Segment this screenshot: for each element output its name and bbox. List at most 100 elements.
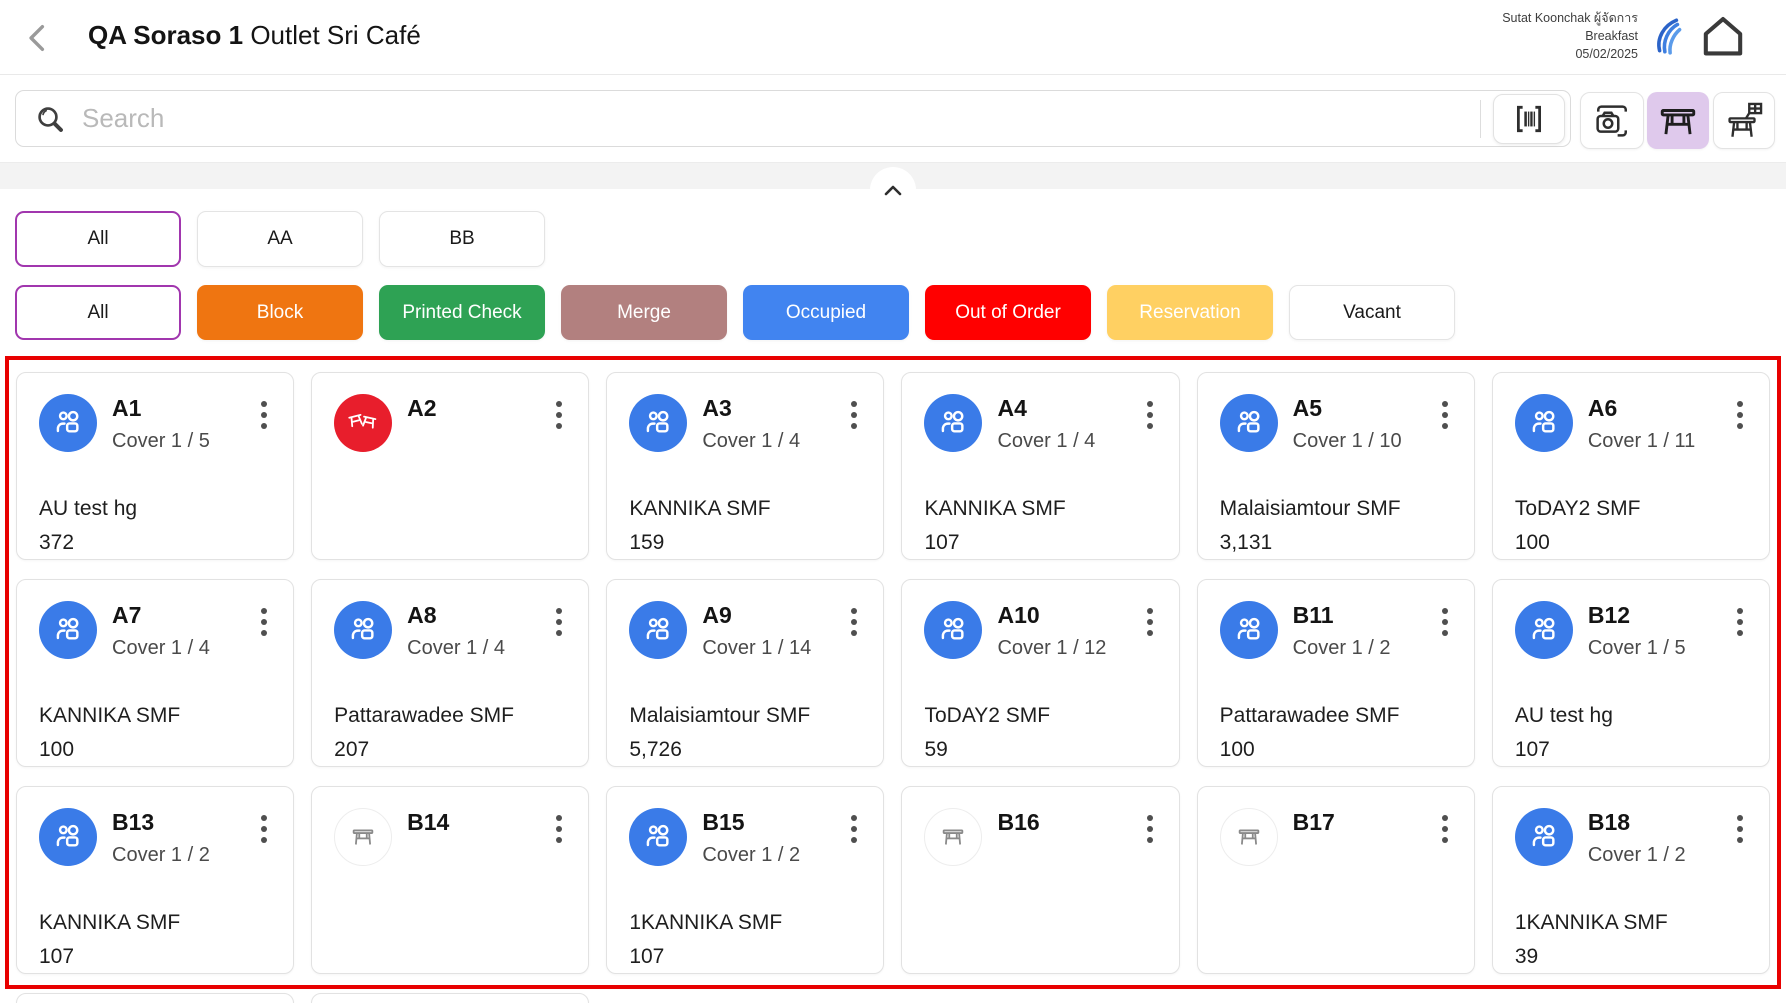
table-card-a8[interactable]: A8 Cover 1 / 4 Pattarawadee SMF 207 (311, 579, 589, 767)
kebab-menu-icon[interactable] (843, 601, 865, 643)
kebab-menu-icon[interactable] (1434, 394, 1456, 436)
user-name: Sutat Koonchak ผู้จัดการ (1502, 9, 1638, 27)
table-cover: Cover 1 / 2 (702, 844, 800, 867)
back-button[interactable] (22, 21, 56, 55)
status-filter-merge[interactable]: Merge (561, 285, 727, 340)
guest-name: Malaisiamtour SMF (629, 704, 810, 728)
status-filter-printed-check[interactable]: Printed Check (379, 285, 545, 340)
home-button[interactable] (1698, 12, 1748, 62)
table-card-a5[interactable]: A5 Cover 1 / 10 Malaisiamtour SMF 3,131 (1197, 372, 1475, 560)
camera-scan-button[interactable] (1580, 92, 1644, 149)
table-card-b17[interactable]: B17 (1197, 786, 1475, 974)
table-amount: 59 (924, 738, 947, 762)
kebab-menu-icon[interactable] (1139, 601, 1161, 643)
kebab-menu-icon[interactable] (253, 394, 275, 436)
table-card-a6[interactable]: A6 Cover 1 / 11 ToDAY2 SMF 100 (1492, 372, 1770, 560)
card-header: A7 Cover 1 / 4 (17, 580, 293, 660)
kebab-menu-icon[interactable] (1729, 601, 1751, 643)
table-status-avatar (1220, 601, 1278, 659)
divider (1480, 100, 1481, 138)
table-icon (938, 822, 968, 852)
table-card-a2[interactable]: A2 (311, 372, 589, 560)
guest-name: 1KANNIKA SMF (1515, 911, 1668, 935)
kebab-menu-icon[interactable] (548, 394, 570, 436)
status-filter-all[interactable]: All (15, 285, 181, 340)
table-cover: Cover 1 / 5 (1588, 637, 1686, 660)
table-cover: Cover 1 / 11 (1588, 430, 1695, 453)
table-card-b14[interactable]: B14 (311, 786, 589, 974)
card-header: A9 Cover 1 / 14 (607, 580, 883, 660)
guest-name: Pattarawadee SMF (334, 704, 514, 728)
table-card-b15[interactable]: B15 Cover 1 / 2 1KANNIKA SMF 107 (606, 786, 884, 974)
collapse-filters-button[interactable] (870, 167, 916, 213)
guest-name: KANNIKA SMF (39, 911, 180, 935)
kebab-menu-icon[interactable] (1434, 808, 1456, 850)
search-input[interactable] (80, 102, 1480, 135)
table-card-b13[interactable]: B13 Cover 1 / 2 KANNIKA SMF 107 (16, 786, 294, 974)
kebab-menu-icon[interactable] (1434, 601, 1456, 643)
table-view-toggle-selected[interactable] (1647, 92, 1709, 149)
table-name: B11 (1293, 602, 1391, 629)
table-name: A1 (112, 395, 210, 422)
barcode-scan-button[interactable] (1493, 94, 1565, 144)
kebab-menu-icon[interactable] (253, 601, 275, 643)
table-card-b18[interactable]: B18 Cover 1 / 2 1KANNIKA SMF 39 (1492, 786, 1770, 974)
status-filter-vacant[interactable]: Vacant (1289, 285, 1455, 340)
table-card-a10[interactable]: A10 Cover 1 / 12 ToDAY2 SMF 59 (901, 579, 1179, 767)
card-header: A1 Cover 1 / 5 (17, 373, 293, 453)
floor-plan-view-toggle[interactable] (1713, 92, 1775, 149)
status-filter-reservation[interactable]: Reservation (1107, 285, 1273, 340)
outlet-name: Outlet Sri Café (243, 20, 421, 50)
kebab-menu-icon[interactable] (843, 808, 865, 850)
kebab-menu-icon[interactable] (1139, 808, 1161, 850)
card-header: A2 (312, 373, 588, 452)
kebab-menu-icon[interactable] (843, 394, 865, 436)
guest-name: Malaisiamtour SMF (1220, 497, 1401, 521)
table-card-a9[interactable]: A9 Cover 1 / 14 Malaisiamtour SMF 5,726 (606, 579, 884, 767)
kebab-menu-icon[interactable] (1729, 394, 1751, 436)
guest-name: AU test hg (1515, 704, 1613, 728)
business-date: 05/02/2025 (1502, 45, 1638, 63)
status-filter-out-of-order[interactable]: Out of Order (925, 285, 1091, 340)
table-cover: Cover 1 / 4 (407, 637, 505, 660)
table-name: B15 (702, 809, 800, 836)
kebab-menu-icon[interactable] (253, 808, 275, 850)
table-card-b12[interactable]: B12 Cover 1 / 5 AU test hg 107 (1492, 579, 1770, 767)
card-header: A10 Cover 1 / 12 (902, 580, 1178, 660)
table-head-text: B14 (407, 808, 449, 836)
card-header: B13 Cover 1 / 2 (17, 787, 293, 867)
outlet-code: QA Soraso 1 (88, 20, 243, 50)
zone-filter-bb[interactable]: BB (379, 211, 545, 267)
table-card-partial[interactable] (16, 993, 294, 1003)
table-card-a1[interactable]: A1 Cover 1 / 5 AU test hg 372 (16, 372, 294, 560)
status-filter-block[interactable]: Block (197, 285, 363, 340)
zone-filter-aa[interactable]: AA (197, 211, 363, 267)
table-cover: Cover 1 / 12 (997, 637, 1106, 660)
table-card-b16[interactable]: B16 (901, 786, 1179, 974)
kebab-menu-icon[interactable] (1139, 394, 1161, 436)
table-name: B12 (1588, 602, 1686, 629)
table-card-partial[interactable] (311, 993, 589, 1003)
table-cover: Cover 1 / 4 (702, 430, 800, 453)
guest-name: Pattarawadee SMF (1220, 704, 1400, 728)
tables-icon (345, 406, 381, 440)
table-name: A4 (997, 395, 1095, 422)
table-card-a7[interactable]: A7 Cover 1 / 4 KANNIKA SMF 100 (16, 579, 294, 767)
table-status-avatar (629, 394, 687, 452)
kebab-menu-icon[interactable] (1729, 808, 1751, 850)
zone-filter-all[interactable]: All (15, 211, 181, 267)
table-card-a3[interactable]: A3 Cover 1 / 4 KANNIKA SMF 159 (606, 372, 884, 560)
table-card-b11[interactable]: B11 Cover 1 / 2 Pattarawadee SMF 100 (1197, 579, 1475, 767)
soraso-logo-icon (1647, 15, 1689, 57)
table-name: A8 (407, 602, 505, 629)
table-card-a4[interactable]: A4 Cover 1 / 4 KANNIKA SMF 107 (901, 372, 1179, 560)
status-filter-occupied[interactable]: Occupied (743, 285, 909, 340)
table-name: B18 (1588, 809, 1686, 836)
table-status-avatar (924, 808, 982, 866)
kebab-menu-icon[interactable] (548, 808, 570, 850)
card-header: A5 Cover 1 / 10 (1198, 373, 1474, 453)
table-status-avatar (39, 808, 97, 866)
kebab-menu-icon[interactable] (548, 601, 570, 643)
barcode-icon (1511, 102, 1547, 136)
table-amount: 159 (629, 531, 664, 555)
